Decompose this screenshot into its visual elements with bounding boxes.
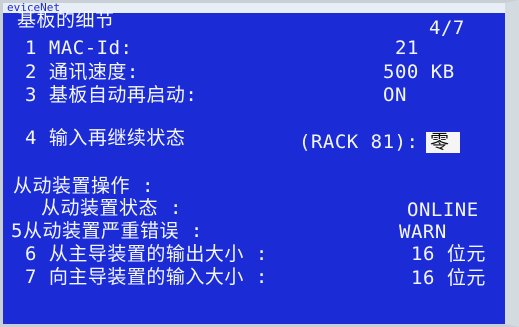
mac-id-label[interactable]: 1 MAC-Id: [25, 37, 132, 59]
input-relay-rack-label: (RACK 81): [299, 131, 419, 153]
auto-restart-label[interactable]: 3 基板自动再启动: [25, 84, 197, 106]
communication-speed-label[interactable]: 2 通讯速度: [25, 61, 139, 83]
slave-status-label[interactable]: 从动装置状态 : [41, 197, 182, 219]
communication-speed-value: 500 KB [383, 61, 455, 83]
output-size-label[interactable]: 6 从主导装置的输出大小 : [25, 243, 268, 265]
input-size-value: 16 位元 [411, 267, 486, 289]
page-indicator: 4/7 [429, 17, 465, 39]
slave-operations-heading: 从动装置操作 : [13, 175, 154, 197]
mac-id-value: 21 [395, 37, 419, 59]
slave-severe-error-label[interactable]: 5从动装置严重错误 : [11, 220, 203, 242]
bezel-edge [505, 3, 519, 324]
input-relay-status-value[interactable]: 零 [426, 131, 460, 153]
output-size-value: 16 位元 [411, 243, 486, 265]
input-relay-status-label[interactable]: 4 输入再继续状态 [25, 127, 185, 149]
selected-value-cursor[interactable]: 零 [426, 132, 460, 153]
teach-pendant-screen: eviceNet 基板的细节 4/7 1 MAC-Id: 21 2 通讯速度: … [0, 0, 519, 327]
page-title: 基板的细节 [17, 9, 115, 31]
slave-status-value: ONLINE [407, 199, 479, 221]
input-size-label[interactable]: 7 向主导装置的输入大小 : [25, 266, 268, 288]
slave-severe-error-value: WARN [399, 221, 447, 243]
auto-restart-value: ON [383, 84, 407, 106]
